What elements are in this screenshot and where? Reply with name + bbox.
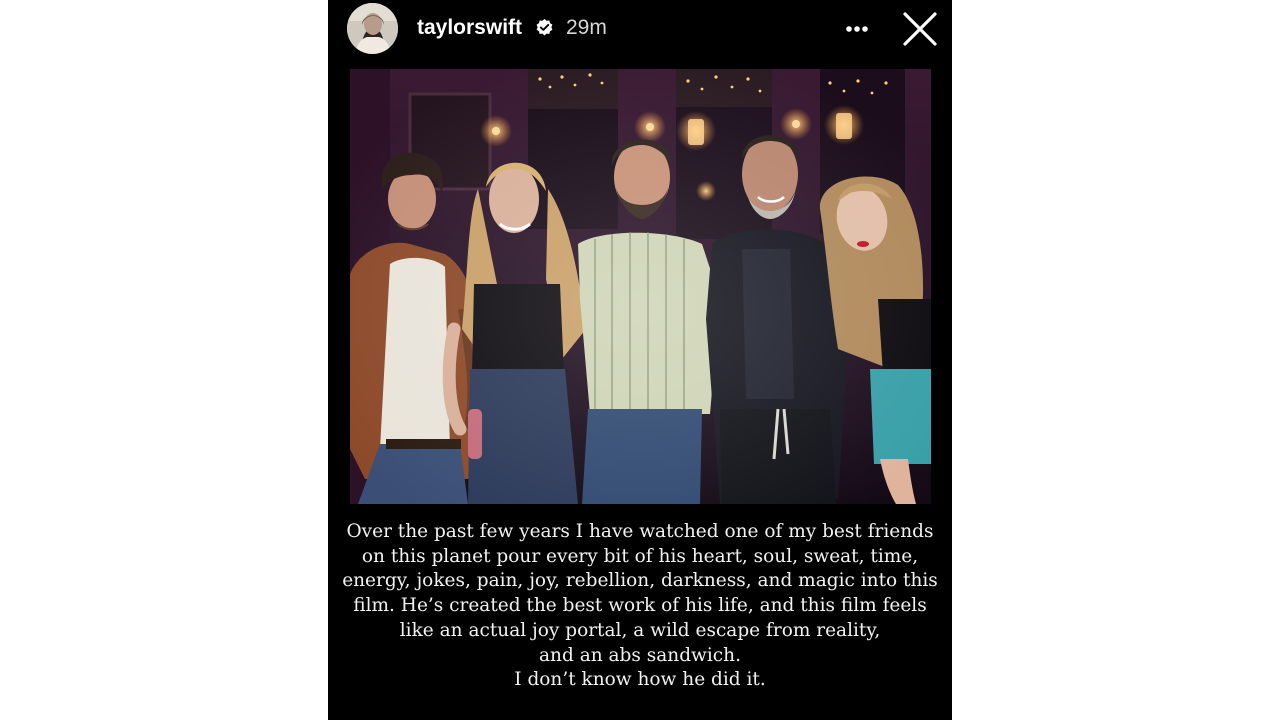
story-viewer[interactable]: taylorswift 29m Over the past few years … (328, 0, 952, 720)
caption-line: and an abs sandwich. (539, 644, 741, 666)
caption-line: like an actual joy portal, a wild escape… (399, 619, 881, 641)
close-button[interactable] (901, 10, 939, 48)
caption-line: energy, jokes, pain, joy, rebellion, dar… (342, 570, 938, 592)
verified-badge-icon (535, 18, 554, 37)
caption-line: Over the past few years I have watched o… (346, 521, 934, 542)
post-timestamp: 29m (566, 16, 607, 39)
username[interactable]: taylorswift (417, 15, 522, 41)
more-horizontal-icon (846, 26, 868, 32)
story-photo (350, 69, 931, 504)
caption-line: on this planet pour every bit of his hea… (361, 545, 919, 567)
avatar[interactable] (347, 3, 398, 54)
story-header: taylorswift 29m (328, 0, 952, 58)
story-caption: Over the past few years I have watched o… (340, 520, 940, 693)
close-icon (903, 12, 937, 46)
more-options-button[interactable] (838, 16, 878, 42)
caption-line: film. He’s created the best work of his … (353, 595, 927, 617)
caption-line: I don’t know how he did it. (514, 669, 766, 691)
